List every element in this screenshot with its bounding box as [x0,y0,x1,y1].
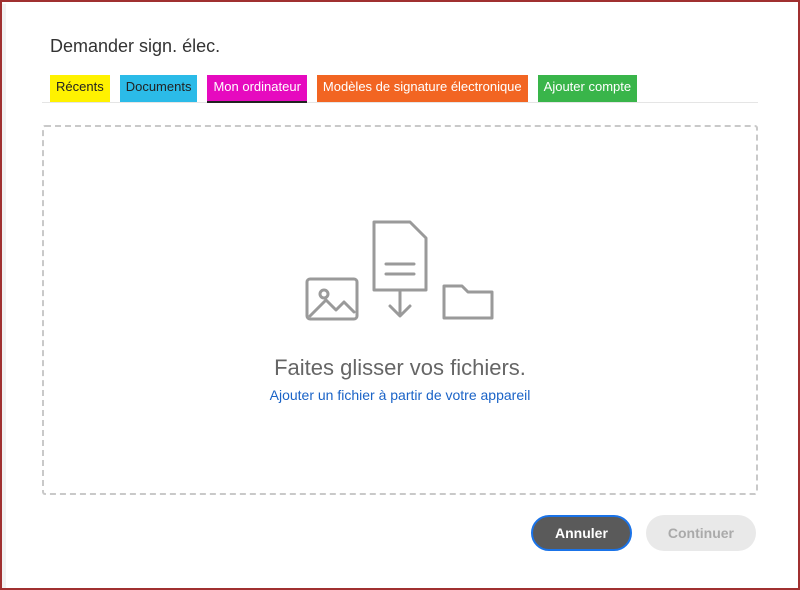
file-dropzone[interactable]: Faites glisser vos fichiers. Ajouter un … [42,125,758,495]
continue-button: Continuer [646,515,756,551]
tab-my-computer[interactable]: Mon ordinateur [207,75,306,102]
image-icon [304,276,360,327]
folder-icon [440,276,496,327]
add-file-from-device-link[interactable]: Ajouter un fichier à partir de votre app… [270,387,531,403]
tab-documents[interactable]: Documents [120,75,198,102]
file-download-icon [370,218,430,327]
dialog-buttons: Annuler Continuer [42,515,758,551]
tab-add-account[interactable]: Ajouter compte [538,75,637,102]
cancel-button[interactable]: Annuler [531,515,632,551]
dropzone-icons [304,218,496,327]
tabs: Récents Documents Mon ordinateur Modèles… [42,75,758,103]
tab-signature-templates[interactable]: Modèles de signature électronique [317,75,528,102]
dropzone-title: Faites glisser vos fichiers. [274,355,526,381]
tab-recents[interactable]: Récents [50,75,110,102]
dialog-title: Demander sign. élec. [50,36,758,57]
